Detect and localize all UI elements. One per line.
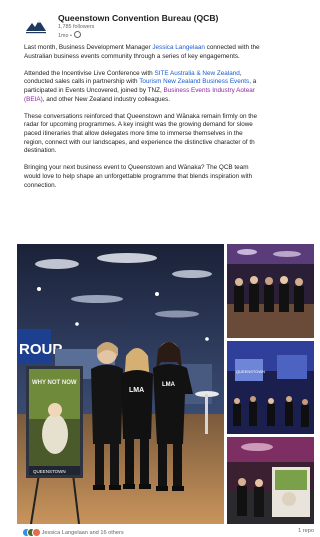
mention-site-australia[interactable]: SITE Australia & New Zealand <box>154 70 239 77</box>
paragraph-2: Attended the Incentivise Live Conference… <box>24 70 314 104</box>
text: , <box>239 69 242 77</box>
post-header: Queenstown Convention Bureau (QCB) 1,785… <box>24 12 314 42</box>
text: Bringing your next business event to Que… <box>24 164 249 172</box>
text: region, connect with our landscapes, and… <box>24 138 255 146</box>
mention-beia-abbr[interactable]: (BEIA) <box>24 96 43 103</box>
poster-text: WHY NOT NOW <box>32 380 77 386</box>
mention-beia[interactable]: Business Events Industry Aotear <box>164 87 255 94</box>
paragraph-1: Last month, Business Development Manager… <box>24 44 314 61</box>
mention-jessica-langelaan[interactable]: Jessica Langelaan <box>152 44 205 51</box>
text: participated in Events Uncovered, joined… <box>24 86 164 94</box>
text: conducted sales calls in partnership wit… <box>24 78 140 86</box>
post-meta: 1mo • <box>58 31 81 39</box>
side-screen-text: QUEENSTOWN <box>236 369 265 374</box>
text: paced itineraries that allow delegates m… <box>24 129 243 137</box>
post-body: Last month, Business Development Manager… <box>24 44 314 199</box>
text: , and other New Zealand industry colleag… <box>42 95 170 103</box>
company-logo[interactable] <box>24 14 48 38</box>
post-time: 1mo • <box>58 33 72 39</box>
text: , a <box>249 78 257 86</box>
follower-count: 1,785 followers <box>58 24 95 30</box>
paragraph-3: These conversations reinforced that Quee… <box>24 113 314 156</box>
text: Last month, Business Development Manager <box>24 44 153 51</box>
shirt-logo-3: LMA <box>162 382 176 388</box>
mention-tourism-nz[interactable]: Tourism New Zealand Business Events <box>139 78 249 85</box>
reaction-icons <box>22 528 41 537</box>
author-name[interactable]: Queenstown Convention Bureau (QCB) <box>58 13 218 23</box>
shirt-text: LMA <box>129 387 144 394</box>
text: Attended the Incentivise Live Conference… <box>24 69 155 77</box>
main-photo[interactable]: ROUP WHY NOT NOW QUEENSTOWN LMA LMA <box>17 244 224 524</box>
paragraph-4: Bringing your next business event to Que… <box>24 164 314 190</box>
reactions-summary[interactable]: Jessica Langelaan and 16 others <box>22 528 124 537</box>
reposts-count[interactable]: 1 repo <box>298 528 314 534</box>
text: connection. <box>24 181 57 189</box>
text: connected with the <box>204 44 260 51</box>
side-photo-group[interactable] <box>227 244 314 338</box>
text: radar for upcoming programmes. A key ins… <box>24 121 253 129</box>
text: Australian business events community thr… <box>24 52 240 60</box>
text: would love to help shape an unforgettabl… <box>24 172 253 180</box>
side-photo-booth[interactable] <box>227 437 314 524</box>
side-photo-event[interactable]: QUEENSTOWN <box>227 341 314 434</box>
text: These conversations reinforced that Quee… <box>24 112 258 120</box>
poster-footer-text: QUEENSTOWN <box>33 469 66 474</box>
reactions-text: Jessica Langelaan and 16 others <box>41 530 124 536</box>
text: destination. <box>24 147 57 155</box>
globe-icon <box>73 31 81 38</box>
love-reaction-icon <box>32 528 41 537</box>
